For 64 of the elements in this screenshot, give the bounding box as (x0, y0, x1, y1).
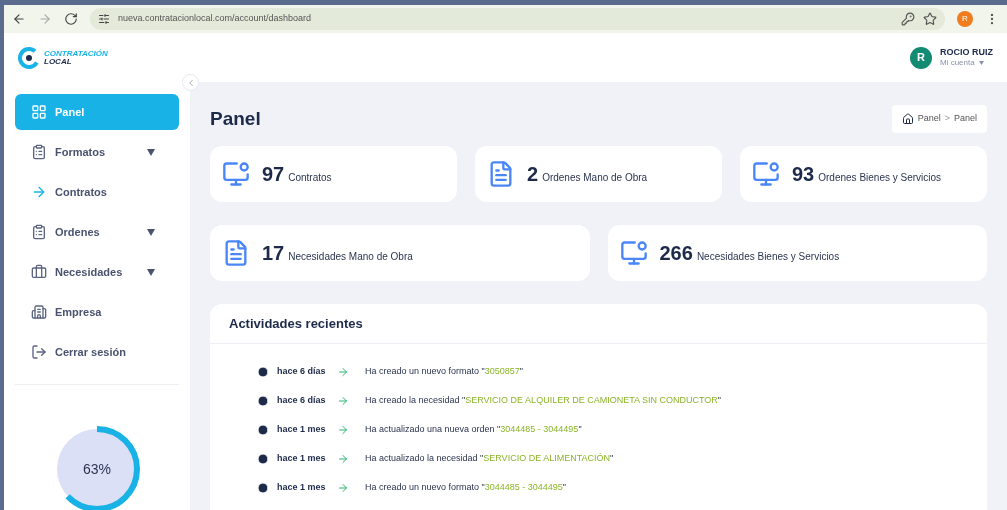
activity-time: hace 6 días (277, 394, 327, 408)
stat-value: 17 (262, 241, 285, 266)
breadcrumb-separator: > (944, 112, 950, 126)
reload-icon[interactable] (64, 12, 78, 26)
user-name: ROCIO RUIZ (940, 46, 993, 59)
page-title: Panel (210, 106, 261, 131)
sidebar-item[interactable]: Necesidades (15, 254, 179, 290)
stat-label: Ordenes Mano de Obra (542, 171, 648, 185)
arrow-icon (31, 184, 47, 200)
arrow-icon (337, 395, 349, 407)
activity-time: hace 1 mes (277, 481, 327, 495)
activity-text: Ha actualizado la necesidad "SERVICIO DE ALIMENTACIÓN" (365, 452, 614, 466)
progress-reading: 63% (82, 459, 112, 479)
stat-label: Necesidades Bienes y Servicios (696, 250, 840, 264)
arrow-icon (337, 482, 349, 494)
home-icon[interactable] (901, 113, 914, 125)
activity-text: Ha creado la necesidad "SERVICIO DE ALQUILER DE CAMIONETA SIN CONDUCTOR" (365, 394, 722, 408)
logo-text: LOCAL (44, 57, 73, 66)
back-icon[interactable] (12, 12, 26, 26)
sidebar-item[interactable]: Cerrar sesión (15, 334, 179, 370)
activity-time: hace 6 días (277, 365, 327, 379)
monitor-chart-icon (752, 160, 780, 188)
caret-icon (978, 61, 984, 66)
sidebar-item[interactable]: Ordenes (15, 214, 179, 250)
sidebar-item[interactable]: Contratos (15, 174, 179, 210)
breadcrumb-current: Panel (953, 112, 977, 126)
caret-icon (147, 268, 155, 276)
caret-icon (147, 228, 155, 236)
stat-label: Necesidades Mano de Obra (288, 250, 413, 264)
activity-text: Ha creado un nuevo formato "3044485 - 3044495" (365, 481, 567, 495)
activity-text: Ha creado un nuevo formato "3050857" (365, 365, 523, 379)
clipboard-icon (31, 224, 47, 240)
address-bar[interactable]: nueva.contratacionlocal.com/account/dashboard (90, 8, 945, 30)
stat-label: Ordenes Bienes y Servicios (818, 171, 942, 185)
stat-value: 266 (659, 241, 693, 266)
logo-icon (18, 46, 40, 69)
activity-time: hace 1 mes (277, 452, 327, 466)
url-text: nueva.contratacionlocal.com/account/dashboard (118, 12, 313, 26)
user-avatar[interactable]: R (910, 46, 932, 69)
logo-text: CONTRATACIÓN (44, 49, 108, 58)
building-icon (31, 304, 47, 320)
stat-value: 93 (792, 162, 815, 187)
arrow-icon (337, 366, 349, 378)
card-title: Actividades recientes (229, 314, 363, 333)
stat-value: 2 (527, 162, 539, 187)
clipboard-icon (31, 144, 47, 160)
arrow-icon (337, 424, 349, 436)
caret-icon (147, 148, 155, 156)
arrow-icon (337, 453, 349, 465)
monitor-chart-icon (222, 160, 250, 188)
stat-value: 97 (262, 162, 285, 187)
stat-label: Contratos (288, 171, 332, 185)
site-settings-icon[interactable] (98, 13, 110, 25)
bookmark-star-icon[interactable] (923, 12, 937, 26)
sidebar-item[interactable]: Empresa (15, 294, 179, 330)
briefcase-icon (31, 264, 47, 280)
activity-time: hace 1 mes (277, 423, 327, 437)
activity-text: Ha actualizado una nueva orden "3044485 - 3044495" (365, 423, 582, 437)
sidebar-item[interactable]: Formatos (15, 134, 179, 170)
logout-icon (31, 344, 47, 360)
grid-icon (31, 104, 47, 120)
monitor-chart-icon (619, 239, 648, 267)
breadcrumb-link[interactable]: Panel (917, 112, 941, 126)
key-icon[interactable] (901, 12, 915, 26)
